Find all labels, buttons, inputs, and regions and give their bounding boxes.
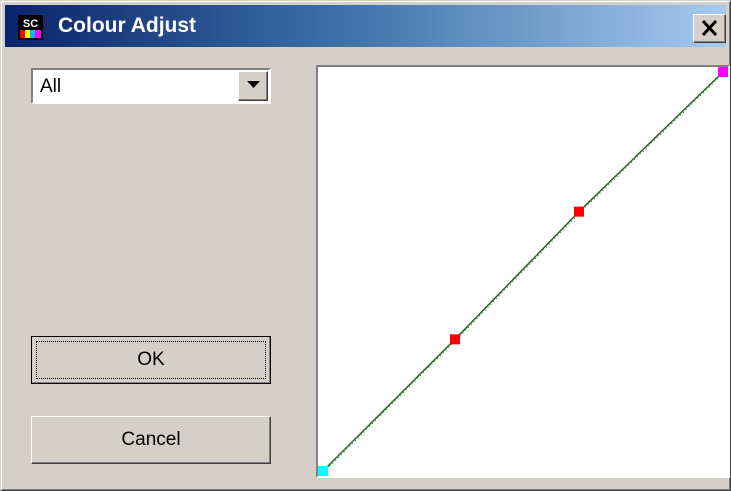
curve-endpoint-handle[interactable]: [718, 67, 728, 77]
close-button[interactable]: [693, 14, 726, 43]
app-icon-text: SC: [23, 18, 38, 30]
channel-dropdown-button[interactable]: [238, 71, 268, 101]
curve-control-point[interactable]: [574, 206, 584, 217]
chevron-down-icon: [247, 81, 260, 88]
channel-select-value: All: [40, 76, 62, 97]
colour-adjust-dialog: SC Colour Adjust All OK Cancel: [0, 0, 731, 491]
title-bar[interactable]: SC Colour Adjust: [5, 5, 726, 47]
ok-button-label: OK: [137, 349, 165, 370]
ok-button[interactable]: OK: [31, 336, 271, 384]
close-icon: [701, 20, 718, 36]
cancel-button-label: Cancel: [121, 429, 181, 450]
curve-endpoint-handle[interactable]: [318, 466, 328, 476]
window-title: Colour Adjust: [58, 14, 197, 37]
tone-curve-guide: [323, 72, 725, 473]
sc-app-icon: SC: [18, 15, 43, 40]
channel-select[interactable]: All: [31, 68, 271, 104]
curve-control-point[interactable]: [450, 334, 460, 345]
cancel-button[interactable]: Cancel: [31, 416, 271, 464]
curve-canvas[interactable]: [318, 67, 728, 476]
curve-editor[interactable]: [316, 65, 730, 478]
